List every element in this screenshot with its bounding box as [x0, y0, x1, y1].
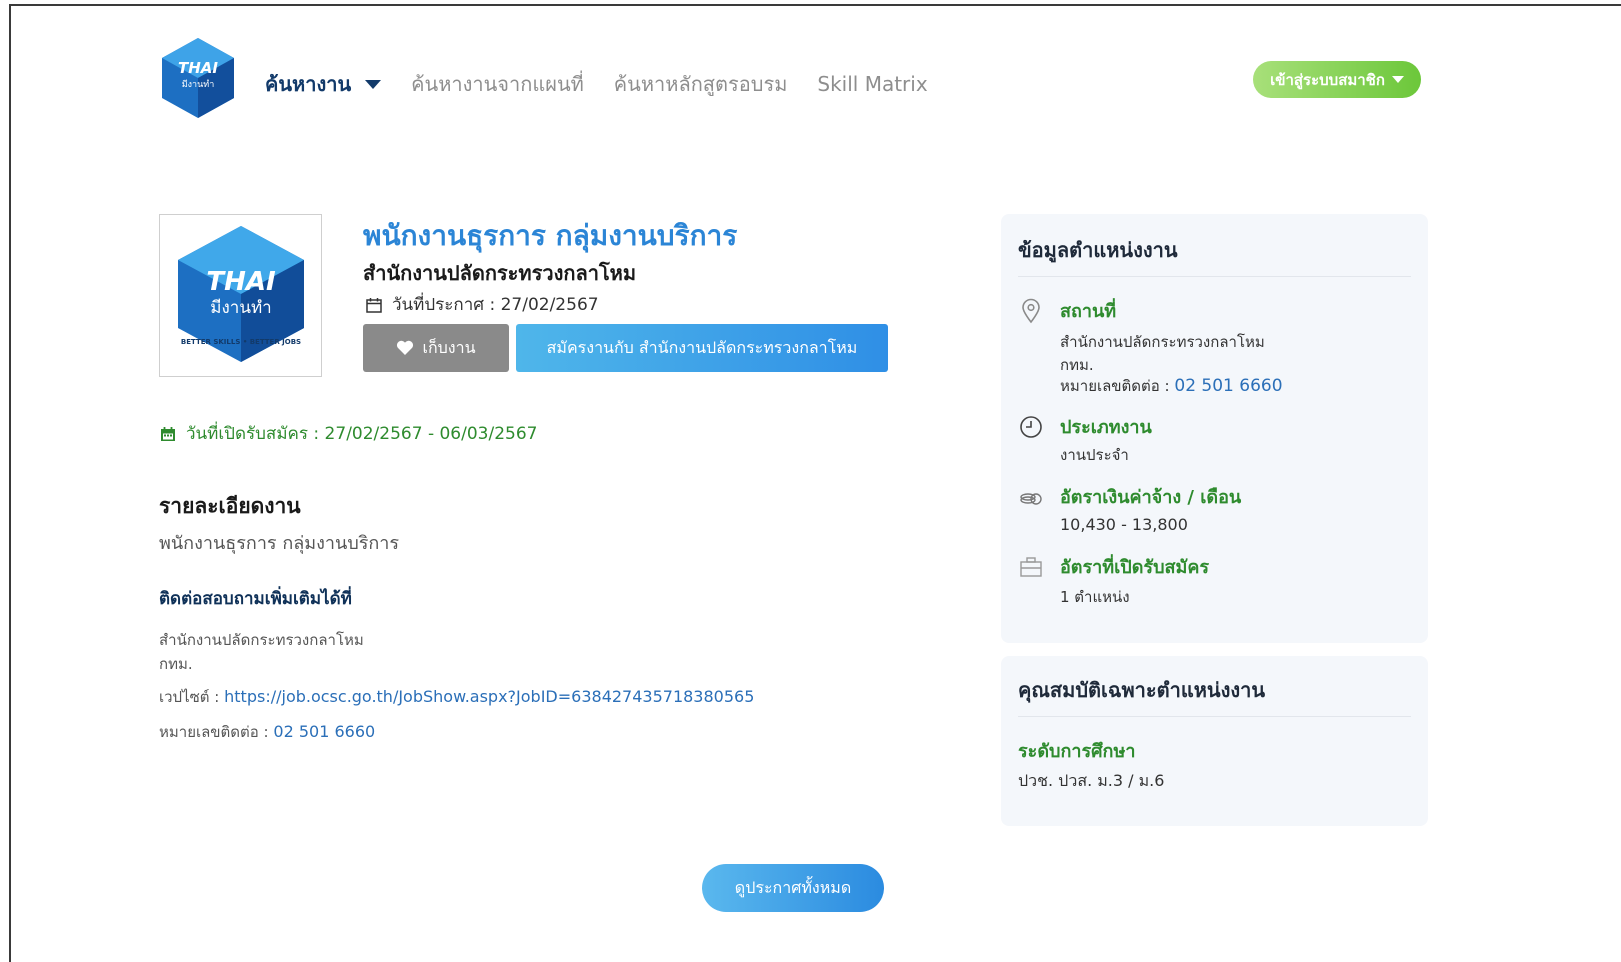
nav-search-jobs-label: ค้นหางาน — [265, 72, 352, 96]
member-login-button[interactable]: เข้าสู่ระบบสมาชิก — [1253, 61, 1421, 98]
calendar-icon — [161, 426, 175, 441]
vacancy-value: 1 ตำแหน่ง — [1060, 588, 1130, 606]
contact-heading: ติดต่อสอบถามเพิ่มเติมได้ที่ — [159, 589, 352, 609]
salary-value: 10,430 - 13,800 — [1060, 515, 1188, 534]
contact-org: สำนักงานปลัดกระทรวงกลาโหม — [159, 631, 364, 649]
heart-icon — [397, 340, 414, 355]
contact-province: กทม. — [159, 655, 193, 673]
qualification-card: คุณสมบัติเฉพาะตำแหน่งงาน ระดับการศึกษา ป… — [1001, 656, 1428, 826]
location-label: สถานที่ — [1060, 301, 1117, 322]
location-org: สำนักงานปลัดกระทรวงกลาโหม — [1060, 333, 1265, 351]
company-name: สำนักงานปลัดกระทรวงกลาโหม — [363, 261, 637, 285]
calendar-icon — [366, 297, 382, 313]
open-period-text: วันที่เปิดรับสมัคร : 27/02/2567 - 06/03/… — [186, 424, 538, 444]
chevron-down-icon — [1391, 76, 1404, 83]
main-nav: ค้นหางาน ค้นหางานจากแผนที่ ค้นหาหลักสูตร… — [265, 68, 958, 100]
salary-label: อัตราเงินค่าจ้าง / เดือน — [1060, 487, 1242, 508]
view-all-button[interactable]: ดูประกาศทั้งหมด — [702, 864, 884, 912]
nav-search-map[interactable]: ค้นหางานจากแผนที่ — [411, 68, 584, 100]
contact-phone: หมายเลขติดต่อ : 02 501 6660 — [159, 720, 375, 744]
company-logo: THAI มีงานทำ BETTER SKILLS • BETTER JOBS — [159, 214, 322, 377]
money-icon — [1020, 493, 1042, 505]
website-link[interactable]: https://job.ocsc.go.th/JobShow.aspx?JobI… — [224, 687, 754, 706]
job-detail-heading: รายละเอียดงาน — [159, 494, 301, 518]
contact-website: เวปไซต์ : https://job.ocsc.go.th/JobShow… — [159, 685, 754, 709]
map-pin-icon — [1022, 298, 1040, 324]
location-phone: หมายเลขติดต่อ : 02 501 6660 — [1060, 374, 1283, 398]
divider — [1018, 276, 1411, 277]
logo-word-thai-subtitle: มีงานทำ — [182, 79, 215, 90]
job-type-label: ประเภทงาน — [1060, 417, 1152, 438]
clock-icon — [1020, 416, 1042, 438]
phone-label: หมายเลขติดต่อ : — [159, 723, 274, 741]
website-label: เวปไซต์ : — [159, 688, 225, 706]
job-detail-text: พนักงานธุรการ กลุ่มงานบริการ — [159, 533, 400, 554]
location-phone-link[interactable]: 02 501 6660 — [1174, 376, 1282, 396]
briefcase-icon — [1020, 557, 1042, 577]
company-logo-word-thai: THAI — [206, 267, 276, 297]
announce-date: วันที่ประกาศ : 27/02/2567 — [366, 291, 599, 318]
divider — [1018, 716, 1411, 717]
apply-job-button[interactable]: สมัครงานกับ สำนักงานปลัดกระทรวงกลาโหม — [516, 324, 888, 372]
logo-word-thai: THAI — [178, 59, 218, 77]
chevron-down-icon — [365, 79, 382, 89]
company-logo-ring-text: BETTER SKILLS • BETTER JOBS — [181, 338, 301, 346]
education-value: ปวช. ปวส. ม.3 / ม.6 — [1018, 771, 1165, 790]
position-info-card: ข้อมูลตำแหน่งงาน สถานที่ สำนักงานปลัดกระ… — [1001, 214, 1428, 643]
announce-date-text: วันที่ประกาศ : 27/02/2567 — [392, 295, 599, 315]
qualification-heading: คุณสมบัติเฉพาะตำแหน่งงาน — [1018, 678, 1266, 702]
member-login-label: เข้าสู่ระบบสมาชิก — [1270, 70, 1385, 89]
thai-logo[interactable]: THAI มีงานทำ — [158, 36, 238, 122]
location-phone-label: หมายเลขติดต่อ : — [1060, 377, 1175, 395]
nav-search-jobs[interactable]: ค้นหางาน — [265, 68, 382, 100]
save-job-label: เก็บงาน — [422, 337, 476, 357]
nav-search-courses[interactable]: ค้นหาหลักสูตรอบรม — [614, 68, 788, 100]
vacancy-label: อัตราที่เปิดรับสมัคร — [1060, 557, 1210, 578]
company-logo-word-subtitle: มีงานทำ — [210, 298, 271, 318]
phone-link[interactable]: 02 501 6660 — [273, 722, 375, 741]
position-info-heading: ข้อมูลตำแหน่งงาน — [1018, 238, 1178, 262]
job-type-value: งานประจำ — [1060, 446, 1129, 464]
open-period: วันที่เปิดรับสมัคร : 27/02/2567 - 06/03/… — [160, 420, 537, 447]
education-label: ระดับการศึกษา — [1018, 741, 1136, 762]
job-title: พนักงานธุรการ กลุ่มงานบริการ — [363, 219, 738, 252]
save-job-button[interactable]: เก็บงาน — [363, 324, 509, 372]
nav-skill-matrix[interactable]: Skill Matrix — [817, 72, 927, 96]
